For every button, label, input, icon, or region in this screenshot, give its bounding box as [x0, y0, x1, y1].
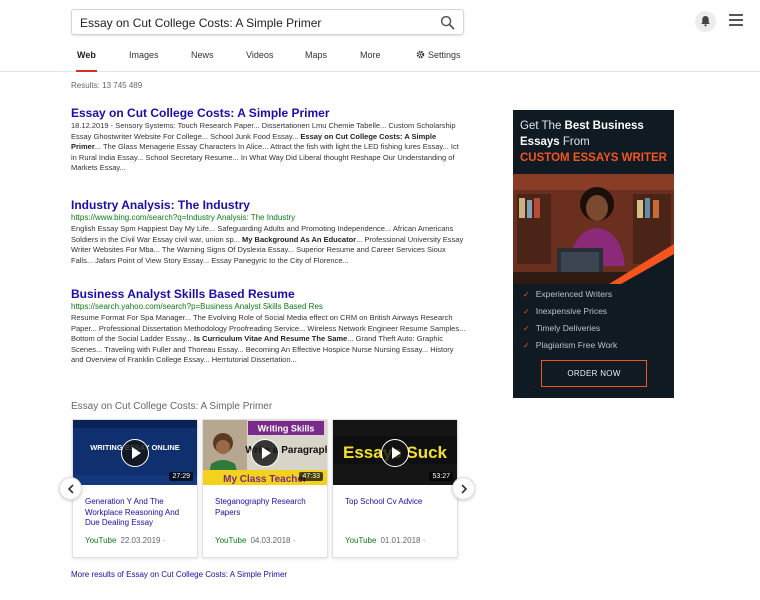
notifications-button[interactable]	[695, 11, 716, 32]
video-duration: 47:33	[299, 472, 323, 481]
ad-feature: ✓ Plagiarism Free Work	[523, 340, 618, 350]
video-date: 04.03.2018	[250, 536, 291, 545]
tab-settings[interactable]: Settings	[416, 50, 461, 60]
tab-more[interactable]: More	[360, 50, 381, 60]
video-meta: YouTube 04.03.2018 ·	[215, 536, 296, 545]
ad-feature-list: ✓ Experienced Writers ✓ Inexpensive Prices…	[523, 286, 617, 354]
video-source: YouTube	[345, 536, 377, 545]
tab-settings-label: Settings	[428, 50, 461, 60]
ad-feature: ✓ Inexpensive Prices	[523, 306, 608, 316]
search-box[interactable]	[71, 9, 464, 35]
thumb-text-bottom: My Class Teacher	[223, 474, 307, 485]
chevron-right-icon	[461, 484, 468, 494]
result-snippet: Resume Format For Spa Manager... The Evo…	[71, 313, 466, 364]
bell-icon	[701, 16, 710, 27]
carousel-prev-button[interactable]	[59, 477, 82, 500]
tab-videos[interactable]: Videos	[246, 50, 273, 60]
result-title-link[interactable]: Essay on Cut College Costs: A Simple Pri…	[71, 106, 466, 120]
video-date: 01.01.2018	[380, 536, 421, 545]
search-input[interactable]	[80, 13, 430, 32]
chevron-left-icon	[67, 484, 74, 494]
carousel-next-button[interactable]	[452, 477, 475, 500]
video-card[interactable]: Essays Suck 53:27 Top School Cv Advice Y…	[332, 419, 458, 558]
thumb-text-top: Writing Skills	[258, 424, 315, 434]
check-icon: ✓	[523, 324, 530, 333]
result-url[interactable]: https://search.yahoo.com/search?p=Busine…	[71, 302, 466, 312]
search-icon[interactable]	[440, 15, 455, 30]
tab-images[interactable]: Images	[129, 50, 159, 60]
result-url[interactable]: https://www.bing.com/search?q=Industry A…	[71, 213, 466, 223]
search-result: Essay on Cut College Costs: A Simple Pri…	[71, 106, 466, 174]
check-icon: ✓	[523, 307, 530, 316]
play-icon[interactable]	[381, 439, 409, 467]
video-meta: YouTube 22.03.2019 ·	[85, 536, 166, 545]
video-source: YouTube	[215, 536, 247, 545]
result-snippet: 18.12.2019 - Sensory Systems: Touch Rese…	[71, 121, 459, 172]
search-result: Industry Analysis: The Industry https://…	[71, 198, 466, 266]
video-date: 22.03.2019	[120, 536, 161, 545]
ad-feature: ✓ Experienced Writers	[523, 289, 613, 299]
search-result: Business Analyst Skills Based Resume htt…	[71, 287, 466, 366]
video-title[interactable]: Steganography Research Papers	[215, 497, 320, 518]
order-now-button[interactable]: ORDER NOW	[541, 360, 647, 387]
ad-brand: CUSTOM ESSAYS WRITER	[520, 152, 667, 164]
video-title[interactable]: Top School Cv Advice	[345, 497, 450, 508]
tab-maps[interactable]: Maps	[305, 50, 327, 60]
video-card[interactable]: WRITING ESSAY ONLINE 27:29 Generation Y …	[72, 419, 198, 558]
video-section-heading: Essay on Cut College Costs: A Simple Pri…	[71, 401, 273, 412]
video-card[interactable]: Writing Skills Write a Paragraph My Clas…	[202, 419, 328, 558]
results-count: Results: 13 745 489	[71, 81, 143, 90]
video-duration: 53:27	[429, 472, 453, 481]
ad-feature: ✓ Timely Deliveries	[523, 323, 601, 333]
more-video-results-link[interactable]: More results of Essay on Cut College Cos…	[71, 570, 287, 579]
tab-web[interactable]: Web	[76, 50, 97, 72]
tab-news[interactable]: News	[191, 50, 214, 60]
result-title-link[interactable]: Industry Analysis: The Industry	[71, 198, 466, 212]
check-icon: ✓	[523, 341, 530, 350]
video-source: YouTube	[85, 536, 117, 545]
ad-student-photo	[513, 174, 674, 284]
play-icon[interactable]	[121, 439, 149, 467]
video-duration: 27:29	[169, 472, 193, 481]
play-icon[interactable]	[251, 439, 279, 467]
advertisement-banner[interactable]: Get The Best Business Essays From CUSTOM…	[513, 110, 674, 398]
result-title-link[interactable]: Business Analyst Skills Based Resume	[71, 287, 466, 301]
gear-icon	[416, 50, 425, 59]
video-meta: YouTube 01.01.2018 ·	[345, 536, 426, 545]
video-title[interactable]: Generation Y And The Workplace Reasoning…	[85, 497, 190, 529]
hamburger-menu-icon[interactable]	[729, 14, 743, 28]
ad-headline: Get The Best Business Essays From CUSTOM…	[520, 120, 667, 164]
result-snippet: English Essay Spm Happiest Day My Life..…	[71, 224, 464, 265]
header-bar: Web Images News Videos Maps More Setting…	[0, 0, 760, 72]
check-icon: ✓	[523, 290, 530, 299]
